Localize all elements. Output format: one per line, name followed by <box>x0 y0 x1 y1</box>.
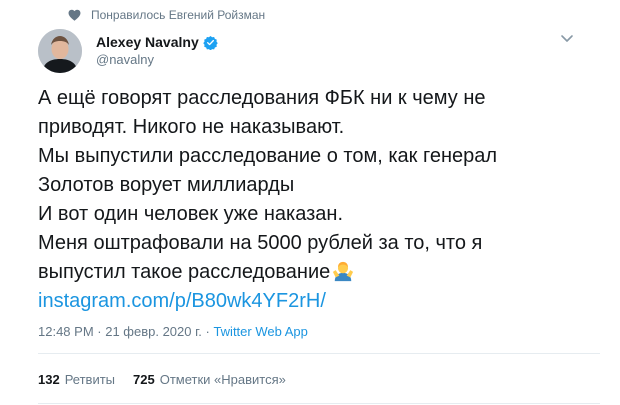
meta-separator: · <box>93 324 106 339</box>
tweet-line: Мы выпустили расследование о том, как ге… <box>38 145 498 167</box>
chevron-down-icon[interactable] <box>560 34 574 44</box>
author-name[interactable]: Alexey Navalny <box>96 34 199 50</box>
tweet-line: А ещё говорят расследования ФБК ни к чем… <box>38 87 486 109</box>
meta-separator: · <box>201 324 214 339</box>
tweet-line: Меня оштрафовали на 5000 рублей за то, ч… <box>38 232 483 254</box>
likes-label: Отметки «Нравится» <box>159 372 286 387</box>
tweet-line-text: выпустил такое расследование <box>38 261 331 283</box>
tweet-link[interactable]: instagram.com/p/B80wk4YF2rH/ <box>38 287 326 316</box>
retweets-stat[interactable]: 132 Ретвиты <box>38 372 115 388</box>
likes-stat[interactable]: 725 Отметки «Нравится» <box>133 372 286 388</box>
tweet-text: А ещё говорят расследования ФБК ни к чем… <box>38 84 598 316</box>
social-context: Понравилось Евгений Ройзман <box>68 8 265 22</box>
likes-count: 725 <box>133 372 155 387</box>
tweet-date[interactable]: 21 февр. 2020 г. <box>105 324 202 340</box>
tweet-line: И вот один человек уже наказан. <box>38 203 344 225</box>
tweet-source-app[interactable]: Twitter Web App <box>213 324 307 340</box>
tweet-line: приводят. Никого не наказывают. <box>38 116 345 138</box>
social-context-text[interactable]: Понравилось Евгений Ройзман <box>91 8 265 22</box>
tweet-line: Золотов ворует миллиарды <box>38 174 295 196</box>
retweets-label: Ретвиты <box>64 372 116 387</box>
heart-icon <box>68 9 81 21</box>
author-handle[interactable]: @navalny <box>96 52 218 68</box>
tweet-stats: 132 Ретвиты 725 Отметки «Нравится» <box>38 372 286 388</box>
author-block: Alexey Navalny @navalny <box>96 34 218 68</box>
tweet-time[interactable]: 12:48 PM <box>38 324 94 340</box>
avatar[interactable] <box>38 29 82 73</box>
retweets-count: 132 <box>38 372 60 387</box>
divider <box>38 353 600 354</box>
tweet-meta: 12:48 PM · 21 февр. 2020 г. · Twitter We… <box>38 324 308 340</box>
tweet-line-with-emoji: выпустил такое расследование <box>38 258 598 287</box>
divider <box>38 403 600 404</box>
verified-badge-icon <box>202 35 218 50</box>
man-shrugging-emoji <box>333 261 354 282</box>
